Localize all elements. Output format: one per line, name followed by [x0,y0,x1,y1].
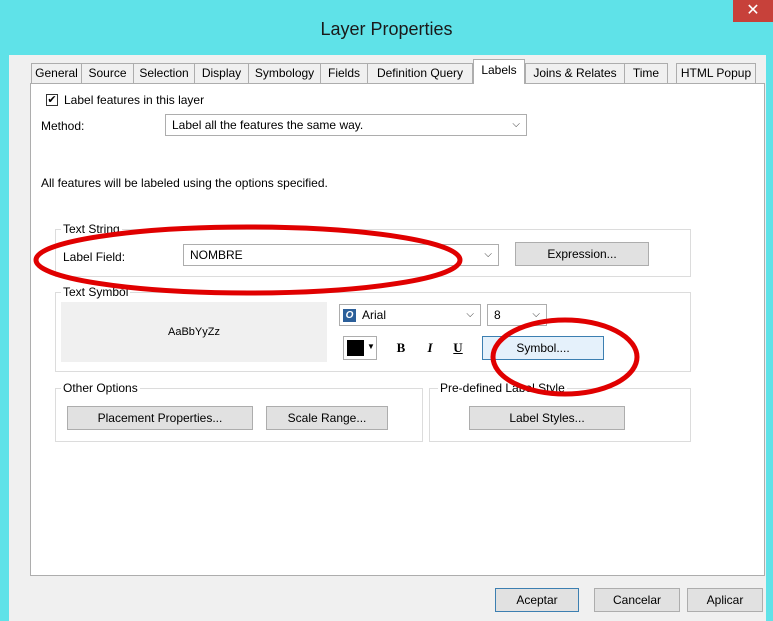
annotation-overlay [33,224,640,397]
tab-labels[interactable]: Labels [473,59,525,84]
layer-properties-window: Layer Properties ✕ General Source Select… [0,0,773,621]
annotation-ellipse-label-field [33,224,463,296]
annotation-ellipse-symbol-button [490,317,640,397]
